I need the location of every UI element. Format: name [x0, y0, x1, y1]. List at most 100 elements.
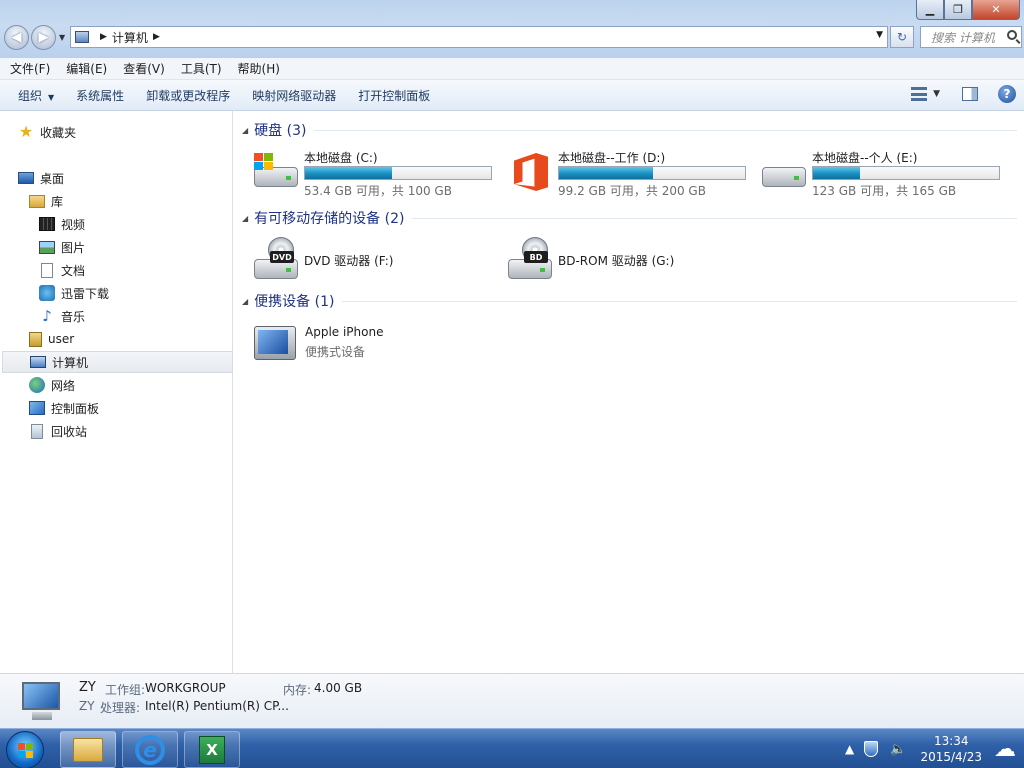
portable-device-name[interactable]: Apple iPhone: [305, 325, 383, 339]
memory-value: 4.00 GB: [314, 681, 363, 695]
preview-pane-icon[interactable]: [962, 87, 978, 101]
drive-d[interactable]: 本地磁盘--工作 (D:) 99.2 GB 可用，共 200 GB: [506, 149, 751, 198]
drive-name: 本地磁盘--工作 (D:): [558, 151, 666, 165]
system-properties-button[interactable]: 系统属性: [68, 87, 132, 104]
recycle-bin-icon: [31, 423, 43, 439]
back-button[interactable]: ◀: [4, 25, 29, 50]
nav-label: 控制面板: [51, 401, 100, 416]
drive-usage-bar: [812, 166, 1000, 180]
navigation-pane: ★ 收藏夹 桌面 库 视频 图片 文档 迅雷下载 ♪ 音乐 user 计算机 网…: [0, 111, 233, 673]
nav-recycle-bin[interactable]: 回收站: [29, 420, 260, 442]
menu-file[interactable]: 文件(F): [2, 60, 58, 77]
forward-button[interactable]: ▶: [31, 25, 56, 50]
nav-control-panel[interactable]: 控制面板: [29, 397, 260, 419]
group-title: 便携设备 (1): [254, 294, 335, 310]
view-dropdown-icon[interactable]: ▼: [933, 89, 940, 99]
nav-favorites[interactable]: ★ 收藏夹: [18, 121, 249, 143]
collapse-icon[interactable]: ◢: [242, 214, 248, 223]
drive-free-space: 123 GB 可用，共 165 GB: [812, 184, 957, 198]
computer-name: ZY: [79, 680, 96, 695]
menu-view[interactable]: 查看(V): [115, 60, 173, 77]
cpu-value: Intel(R) Pentium(R) CP...: [145, 699, 289, 713]
breadcrumb-separator-icon[interactable]: ▶: [153, 32, 160, 42]
search-icon[interactable]: [1007, 30, 1017, 40]
taskbar-explorer-button[interactable]: [60, 731, 116, 768]
group-header-hard-disks[interactable]: ◢ 硬盘 (3): [242, 120, 1017, 140]
menu-bar: 文件(F) 编辑(E) 查看(V) 工具(T) 帮助(H): [0, 58, 1024, 80]
help-icon[interactable]: ?: [998, 85, 1016, 103]
open-control-panel-button[interactable]: 打开控制面板: [350, 87, 438, 104]
command-bar-right: ▼ ?: [911, 85, 1016, 103]
close-button[interactable]: ✕: [972, 0, 1020, 20]
music-note-icon: ♪: [42, 307, 52, 325]
folder-icon: [73, 737, 103, 762]
computer-icon: [75, 31, 89, 43]
divider: [412, 217, 1017, 219]
minimize-button[interactable]: ▁: [916, 0, 944, 20]
nav-label: 收藏夹: [40, 125, 77, 140]
change-view-icon[interactable]: [911, 87, 928, 101]
drive-name: 本地磁盘--个人 (E:): [812, 151, 918, 165]
drive-g-bdrom[interactable]: BD BD-ROM 驱动器 (G:): [506, 235, 726, 281]
weather-cloud-icon[interactable]: ☁: [990, 734, 1020, 764]
map-network-drive-button[interactable]: 映射网络驱动器: [244, 87, 344, 104]
clock[interactable]: 13:34 2015/4/23: [920, 733, 982, 765]
command-bar: 组织 ▼ 系统属性 卸载或更改程序 映射网络驱动器 打开控制面板 ▼ ?: [0, 80, 1024, 111]
office-drive-icon: [506, 153, 554, 191]
group-header-portable[interactable]: ◢ 便携设备 (1): [242, 291, 1017, 311]
portable-device-type: 便携式设备: [305, 345, 366, 359]
document-icon: [41, 262, 53, 278]
clock-date: 2015/4/23: [920, 750, 982, 764]
drive-c[interactable]: 本地磁盘 (C:) 53.4 GB 可用，共 100 GB: [252, 149, 497, 198]
refresh-icon: ↻: [896, 30, 908, 44]
search-placeholder: 搜索 计算机: [931, 30, 995, 45]
menu-help[interactable]: 帮助(H): [230, 60, 288, 77]
security-shield-icon[interactable]: [864, 741, 879, 757]
nav-user[interactable]: user: [29, 328, 260, 350]
star-icon: ★: [18, 122, 34, 141]
portable-device-icon[interactable]: [252, 324, 298, 364]
picture-icon: [39, 240, 55, 254]
nav-label: 迅雷下载: [61, 286, 110, 301]
recent-pages-dropdown-icon[interactable]: ▼: [59, 33, 65, 42]
collapse-icon[interactable]: ◢: [242, 297, 248, 306]
menu-tools[interactable]: 工具(T): [173, 60, 230, 77]
taskbar-excel-button[interactable]: X: [184, 731, 240, 768]
refresh-button[interactable]: ↻: [890, 26, 914, 48]
group-title: 有可移动存储的设备 (2): [254, 211, 405, 227]
organize-button[interactable]: 组织 ▼: [10, 87, 62, 104]
bd-badge: BD: [524, 251, 548, 263]
nav-libraries[interactable]: 库: [29, 190, 260, 212]
back-arrow-icon: ◀: [11, 30, 22, 45]
taskbar: e X ▲ 🔈 13:34 2015/4/23 ☁: [0, 728, 1024, 768]
drive-free-space: 99.2 GB 可用，共 200 GB: [558, 184, 706, 198]
collapse-icon[interactable]: ◢: [242, 126, 248, 135]
menu-edit[interactable]: 编辑(E): [58, 60, 115, 77]
maximize-button[interactable]: ❐: [944, 0, 972, 20]
library-icon: [29, 194, 45, 208]
volume-icon[interactable]: 🔈: [890, 742, 906, 757]
uninstall-program-button[interactable]: 卸载或更改程序: [138, 87, 238, 104]
address-dropdown-icon[interactable]: ▼: [876, 30, 883, 40]
nav-computer[interactable]: 计算机: [2, 351, 233, 373]
address-bar[interactable]: ▶ 计算机 ▶ ▼: [70, 26, 888, 48]
show-hidden-icons-button[interactable]: ▲: [845, 742, 854, 756]
internet-explorer-icon: e: [135, 734, 165, 765]
start-button[interactable]: [6, 731, 44, 768]
nav-desktop[interactable]: 桌面: [18, 167, 249, 189]
drive-name: DVD 驱动器 (F:): [304, 254, 394, 268]
taskbar-ie-button[interactable]: e: [122, 731, 178, 768]
breadcrumb-computer[interactable]: 计算机: [112, 29, 148, 46]
dvd-badge: DVD: [270, 251, 294, 263]
drive-f-dvd[interactable]: DVD DVD 驱动器 (F:): [252, 235, 452, 281]
organize-label: 组织: [18, 88, 43, 103]
drive-e[interactable]: 本地磁盘--个人 (E:) 123 GB 可用，共 165 GB: [760, 149, 1005, 198]
nav-network[interactable]: 网络: [29, 374, 260, 396]
windows-logo-icon: [18, 743, 34, 759]
breadcrumb-separator-icon[interactable]: ▶: [100, 32, 107, 42]
search-input[interactable]: 搜索 计算机: [920, 26, 1022, 48]
group-header-removable[interactable]: ◢ 有可移动存储的设备 (2): [242, 208, 1017, 228]
drive-name: 本地磁盘 (C:): [304, 151, 378, 165]
nav-label: 文档: [61, 263, 86, 278]
nav-buttons: ◀ ▶ ▼: [4, 25, 65, 50]
